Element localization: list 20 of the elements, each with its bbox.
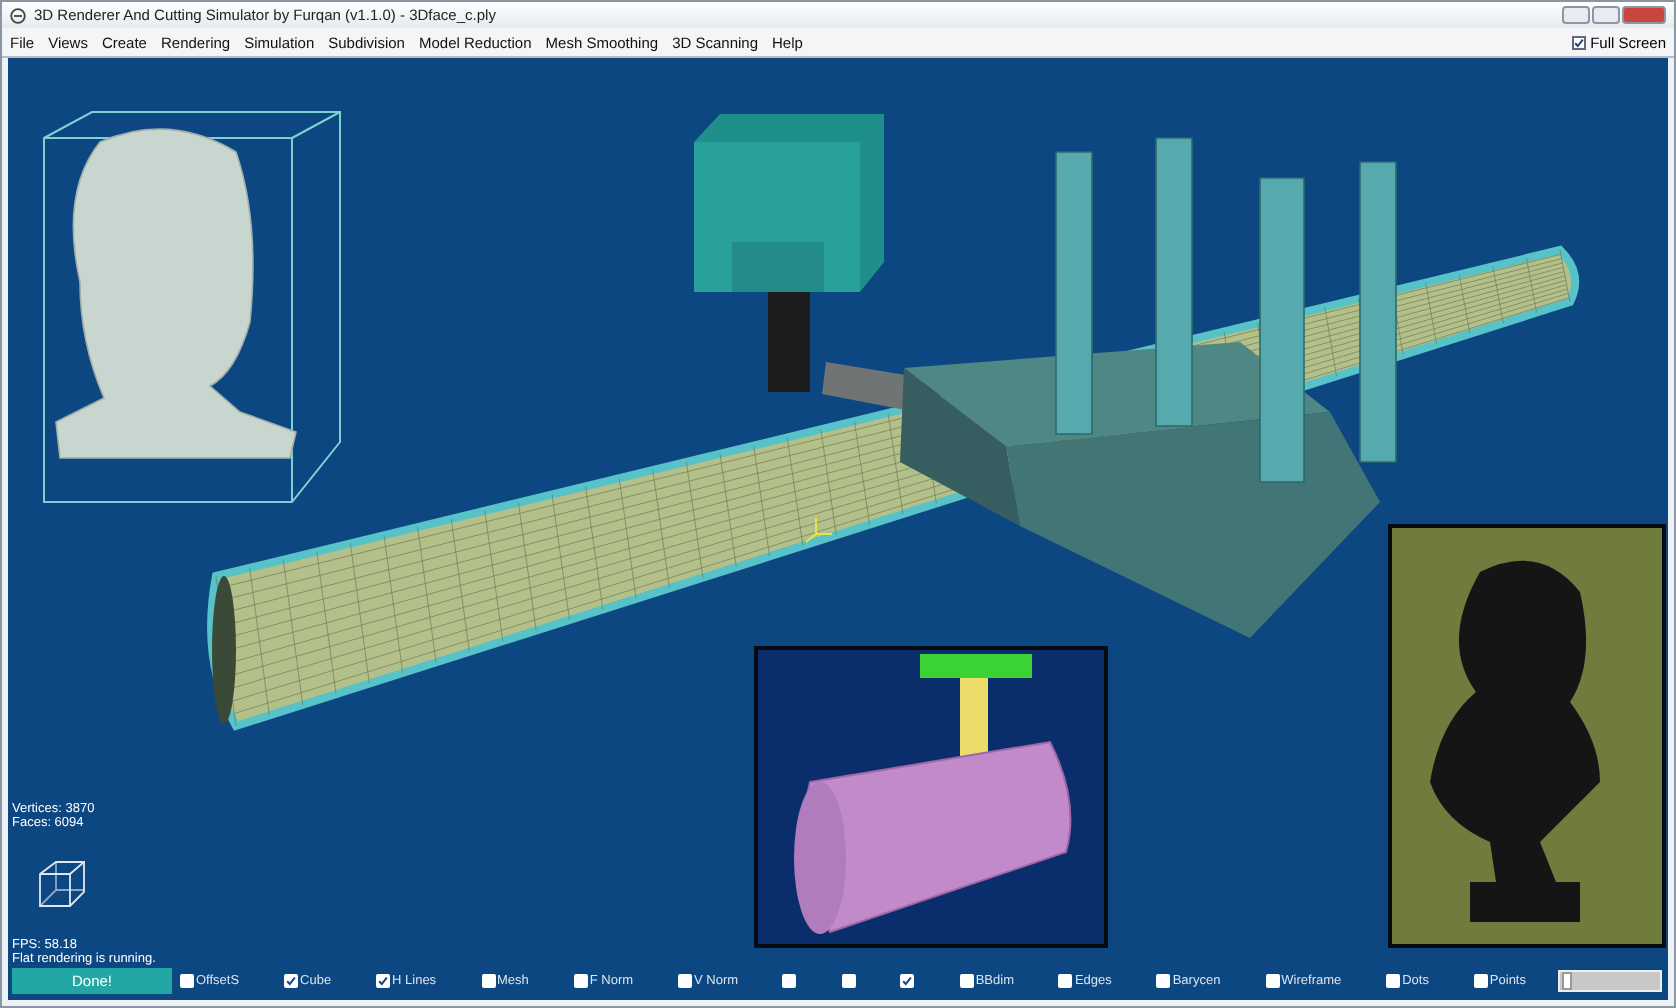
- option-checkbox[interactable]: [959, 974, 974, 988]
- option-checkbox[interactable]: [573, 974, 588, 988]
- option-checkbox[interactable]: [900, 974, 915, 988]
- option-checkbox[interactable]: [180, 974, 194, 988]
- slider[interactable]: [1558, 970, 1662, 992]
- slider-thumb[interactable]: [1561, 972, 1572, 990]
- option-checkbox[interactable]: [284, 974, 299, 988]
- cube-icon: [36, 858, 88, 910]
- option-checkbox[interactable]: [1265, 974, 1280, 988]
- option-checkbox[interactable]: [1473, 974, 1488, 988]
- option-checkbox[interactable]: [1386, 974, 1401, 988]
- option-checkbox[interactable]: [841, 974, 856, 988]
- app-icon: [10, 7, 26, 23]
- option-checkbox[interactable]: [678, 974, 692, 988]
- option-checkbox[interactable]: [1058, 974, 1073, 988]
- full-screen-checkbox[interactable]: [1572, 35, 1587, 49]
- option-checkbox[interactable]: [1156, 974, 1171, 988]
- option-checkbox[interactable]: [481, 974, 496, 988]
- option-checkbox[interactable]: [376, 974, 391, 988]
- option-checkbox[interactable]: [782, 974, 797, 988]
